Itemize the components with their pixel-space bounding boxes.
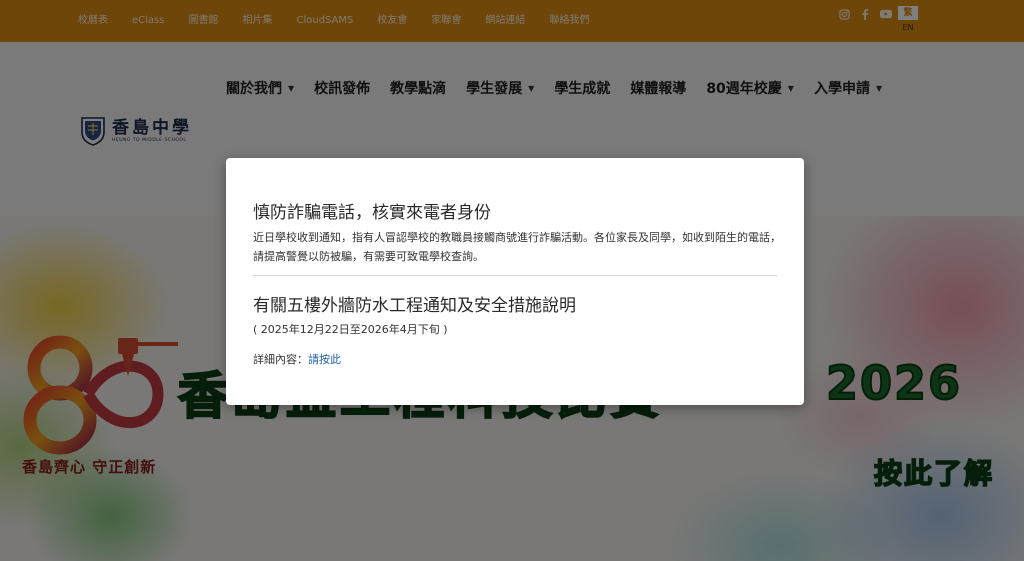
notice1-title: 慎防詐騙電話，核實來電者身份	[253, 203, 491, 223]
notice2-title: 有關五樓外牆防水工程通知及安全措施說明	[253, 296, 576, 316]
notice2-period: ( 2025年12月22日至2026年4月下旬 )	[253, 323, 448, 336]
notice2-detail-link[interactable]: 請按此	[308, 353, 341, 366]
notice1-body: 近日學校收到通知，指有人冒認學校的教職員接觸商號進行詐騙活動。各位家長及同學，如…	[253, 231, 781, 263]
modal-divider	[253, 275, 777, 276]
notice2-detail: 詳細內容：請按此	[253, 351, 341, 367]
notice-modal: 慎防詐騙電話，核實來電者身份 近日學校收到通知，指有人冒認學校的教職員接觸商號進…	[226, 158, 804, 405]
notice2-detail-label: 詳細內容：	[253, 353, 308, 366]
